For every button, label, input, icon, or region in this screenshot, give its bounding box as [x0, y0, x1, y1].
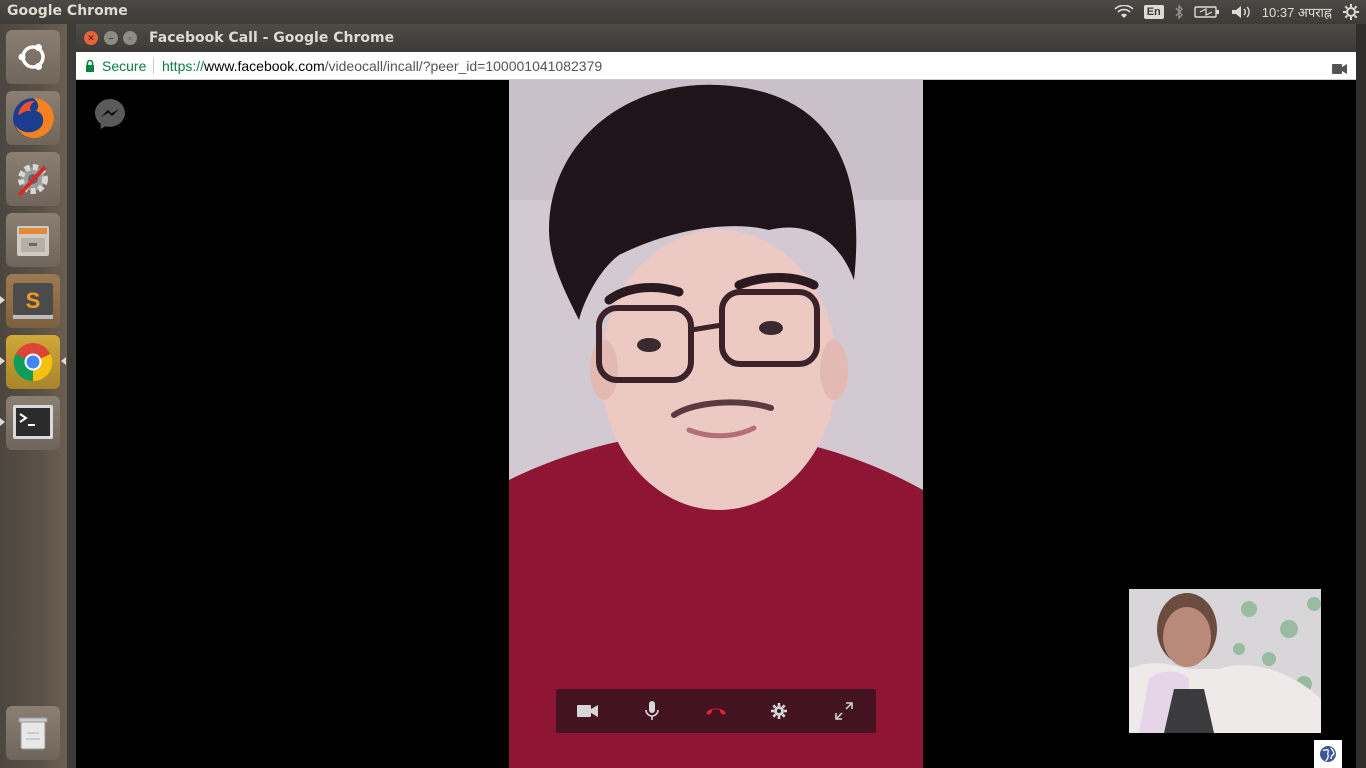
system-settings-icon [17, 164, 48, 197]
running-indicator [0, 357, 5, 365]
terminal-icon [13, 405, 53, 439]
files-launcher[interactable] [6, 213, 60, 267]
firefox-launcher[interactable] [6, 91, 60, 145]
url-host: www.facebook.com [204, 58, 325, 74]
sublime-text-icon: S [13, 283, 53, 319]
close-window-button[interactable]: ✕ [84, 31, 98, 45]
desktop-right-edge [1356, 24, 1366, 768]
url-scheme: https:// [162, 58, 205, 74]
active-app-title: Google Chrome [7, 3, 128, 19]
indicator-area: En 10:37 अपराह्न [1114, 2, 1360, 22]
messenger-icon[interactable] [92, 96, 128, 137]
google-chrome-launcher[interactable] [6, 335, 60, 389]
remote-participant-image [509, 80, 923, 768]
call-viewport [76, 80, 1356, 768]
chrome-icon [13, 343, 53, 382]
call-controls-bar [556, 689, 876, 733]
settings-icon[interactable] [1342, 3, 1360, 21]
browser-window: ✕ – ▫ Facebook Call - Google Chrome Secu… [76, 24, 1356, 768]
globe-icon[interactable] [1314, 740, 1342, 768]
ubuntu-dash-button[interactable] [6, 30, 60, 84]
video-camera-icon[interactable] [575, 699, 601, 723]
minimize-window-button[interactable]: – [104, 31, 118, 45]
firefox-icon [13, 97, 54, 138]
microphone-icon[interactable] [639, 699, 665, 723]
system-settings-launcher[interactable] [6, 152, 60, 206]
fullscreen-icon[interactable] [831, 699, 857, 723]
end-call-icon[interactable] [703, 699, 729, 723]
sublime-text-launcher[interactable]: S [6, 274, 60, 328]
settings-gear-icon[interactable] [766, 699, 792, 723]
lock-icon[interactable] [84, 59, 96, 78]
running-indicator [0, 418, 5, 426]
maximize-window-button[interactable]: ▫ [123, 31, 137, 45]
trash-launcher[interactable] [6, 706, 60, 760]
self-preview-video[interactable] [1129, 589, 1321, 733]
launcher: S [0, 24, 67, 768]
keyboard-layout-indicator[interactable]: En [1143, 5, 1164, 19]
remote-video-feed [509, 80, 923, 768]
clock[interactable]: 10:37 अपराह्न [1262, 3, 1332, 21]
files-cabinet-icon [17, 226, 49, 256]
camera-in-use-icon[interactable] [1332, 61, 1348, 79]
terminal-launcher[interactable] [6, 396, 60, 450]
focused-indicator [61, 357, 66, 365]
window-title: Facebook Call - Google Chrome [149, 30, 395, 46]
top-panel: Google Chrome En 10:37 अपराह्न [0, 0, 1366, 24]
trash-icon [18, 717, 48, 750]
battery-icon[interactable] [1194, 5, 1220, 19]
running-indicator [0, 296, 5, 304]
wifi-icon[interactable] [1114, 5, 1134, 19]
window-titlebar[interactable]: ✕ – ▫ Facebook Call - Google Chrome [76, 24, 1356, 52]
omnibox-separator [153, 58, 154, 74]
svg-text:S: S [26, 288, 41, 313]
self-preview-image [1129, 589, 1321, 733]
ubuntu-logo-icon [18, 44, 45, 70]
volume-icon[interactable] [1230, 5, 1252, 19]
url-path: /videocall/incall/?peer_id=1000010410823… [324, 58, 603, 74]
secure-label[interactable]: Secure [102, 58, 146, 74]
bluetooth-icon[interactable] [1174, 4, 1184, 20]
address-bar[interactable]: Secure https://www.facebook.com/videocal… [76, 52, 1356, 80]
url-text[interactable]: https://www.facebook.com/videocall/incal… [162, 58, 602, 74]
